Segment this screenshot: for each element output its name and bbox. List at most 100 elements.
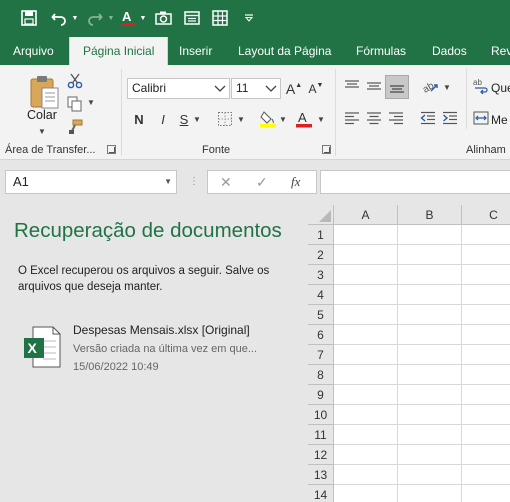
redo-dropdown-icon[interactable]: ▼ <box>106 7 116 29</box>
align-right-icon[interactable] <box>387 109 405 127</box>
tab-dados[interactable]: Dados <box>432 37 467 65</box>
format-painter-icon[interactable] <box>66 118 84 136</box>
paste-label[interactable]: Colar <box>27 108 57 122</box>
decrease-font-icon[interactable]: A ▼ <box>307 79 325 99</box>
form-icon[interactable] <box>181 7 203 29</box>
increase-indent-icon[interactable] <box>441 109 459 127</box>
font-color-dropdown-icon[interactable]: ▼ <box>139 7 147 29</box>
row-header[interactable]: 7 <box>308 345 334 365</box>
tab-revisao[interactable]: Rev <box>491 37 510 65</box>
recovered-file-item[interactable]: X Despesas Mensais.xlsx [Original] Versã… <box>10 317 300 375</box>
fill-color-dropdown-icon[interactable]: ▼ <box>279 115 287 124</box>
paste-icon[interactable] <box>24 72 62 112</box>
redo-icon[interactable] <box>84 7 106 29</box>
enter-icon[interactable]: ✓ <box>256 174 268 191</box>
row-header[interactable]: 14 <box>308 485 334 502</box>
row-header[interactable]: 9 <box>308 385 334 405</box>
chevron-down-icon[interactable] <box>262 79 280 98</box>
more-options-icon[interactable]: ⋮ <box>189 176 199 187</box>
align-middle-icon[interactable] <box>365 77 383 95</box>
row-header[interactable]: 11 <box>308 425 334 445</box>
font-name-combo[interactable]: Calibri <box>127 78 230 99</box>
italic-button[interactable]: I <box>156 109 170 129</box>
ribbon-separator <box>466 69 467 129</box>
row-header[interactable]: 5 <box>308 305 334 325</box>
svg-text:A: A <box>122 9 132 24</box>
row-gridline <box>334 344 510 345</box>
tab-pagina-inicial[interactable]: Página Inicial <box>69 37 169 66</box>
font-name-value: Calibri <box>132 81 167 95</box>
cancel-icon[interactable]: ✕ <box>220 174 232 191</box>
name-box[interactable]: A1 ▼ <box>5 170 177 194</box>
font-size-combo[interactable]: 11 <box>231 78 281 99</box>
row-gridline <box>334 484 510 485</box>
row-gridline <box>334 384 510 385</box>
svg-text:A: A <box>298 110 307 125</box>
wrap-text-icon[interactable]: ab <box>472 77 490 95</box>
camera-icon[interactable] <box>152 7 174 29</box>
row-gridline <box>334 464 510 465</box>
align-top-icon[interactable] <box>343 77 361 95</box>
align-left-icon[interactable] <box>343 109 361 127</box>
orientation-dropdown-icon[interactable]: ▼ <box>443 83 451 92</box>
customize-icon[interactable] <box>242 7 256 29</box>
row-header[interactable]: 4 <box>308 285 334 305</box>
paste-dropdown-icon[interactable]: ▼ <box>38 127 46 136</box>
borders-dropdown-icon[interactable]: ▼ <box>237 115 245 124</box>
wrap-text-label[interactable]: Que <box>491 81 510 95</box>
font-color-icon[interactable]: A <box>294 109 314 129</box>
merge-center-icon[interactable] <box>472 109 490 127</box>
fill-color-icon[interactable] <box>258 109 278 129</box>
row-header[interactable]: 10 <box>308 405 334 425</box>
worksheet-grid[interactable]: A B C 1 2 3 4 5 6 7 8 9 10 11 12 13 14 <box>308 205 510 502</box>
cut-icon[interactable] <box>66 72 84 90</box>
align-bottom-icon[interactable] <box>385 75 409 99</box>
recovered-file-description: Versão criada na última vez em que... <box>73 343 258 355</box>
ribbon-separator <box>121 69 122 156</box>
row-header[interactable]: 6 <box>308 325 334 345</box>
copy-icon[interactable] <box>66 95 84 113</box>
font-color-dropdown-icon[interactable]: ▼ <box>317 115 325 124</box>
font-color-icon[interactable]: A <box>117 7 139 29</box>
tab-arquivo[interactable]: Arquivo <box>13 37 54 65</box>
alignment-group-label: Alinham <box>466 144 506 156</box>
recovered-file-name[interactable]: Despesas Mensais.xlsx [Original] <box>73 323 250 337</box>
row-gridline <box>334 424 510 425</box>
row-header[interactable]: 3 <box>308 265 334 285</box>
undo-dropdown-icon[interactable]: ▼ <box>70 7 80 29</box>
decrease-indent-icon[interactable] <box>419 109 437 127</box>
insert-function-icon[interactable]: fx <box>291 174 300 190</box>
tab-inserir[interactable]: Inserir <box>179 37 212 65</box>
borders-icon[interactable] <box>216 110 234 128</box>
copy-dropdown-icon[interactable]: ▼ <box>87 98 95 107</box>
column-header-a[interactable]: A <box>334 205 398 225</box>
increase-font-icon[interactable]: A ▲ <box>285 79 303 99</box>
column-header-b[interactable]: B <box>398 205 462 225</box>
bold-button[interactable]: N <box>131 109 147 129</box>
recovered-file-date: 15/06/2022 10:49 <box>73 361 159 373</box>
tab-formulas[interactable]: Fórmulas <box>356 37 406 65</box>
table-icon[interactable] <box>209 7 231 29</box>
chevron-down-icon[interactable] <box>211 79 229 98</box>
formula-input[interactable] <box>320 170 510 194</box>
row-header[interactable]: 12 <box>308 445 334 465</box>
save-icon[interactable] <box>17 7 41 29</box>
row-header[interactable]: 8 <box>308 365 334 385</box>
chevron-down-icon[interactable]: ▼ <box>164 171 172 193</box>
row-header[interactable]: 2 <box>308 245 334 265</box>
orientation-icon[interactable]: ab <box>420 77 440 95</box>
merge-center-label[interactable]: Me <box>491 113 508 127</box>
underline-button[interactable]: S <box>177 109 191 129</box>
row-header[interactable]: 13 <box>308 465 334 485</box>
underline-dropdown-icon[interactable]: ▼ <box>193 115 201 124</box>
column-header-c[interactable]: C <box>462 205 510 225</box>
row-gridline <box>334 444 510 445</box>
tab-layout-da-pagina[interactable]: Layout da Página <box>238 37 331 65</box>
select-all-corner[interactable] <box>308 205 334 225</box>
row-header[interactable]: 1 <box>308 225 334 245</box>
font-launcher-icon[interactable] <box>322 145 331 154</box>
undo-icon[interactable] <box>48 7 70 29</box>
row-gridline <box>334 324 510 325</box>
clipboard-launcher-icon[interactable] <box>107 145 116 154</box>
align-center-icon[interactable] <box>365 109 383 127</box>
